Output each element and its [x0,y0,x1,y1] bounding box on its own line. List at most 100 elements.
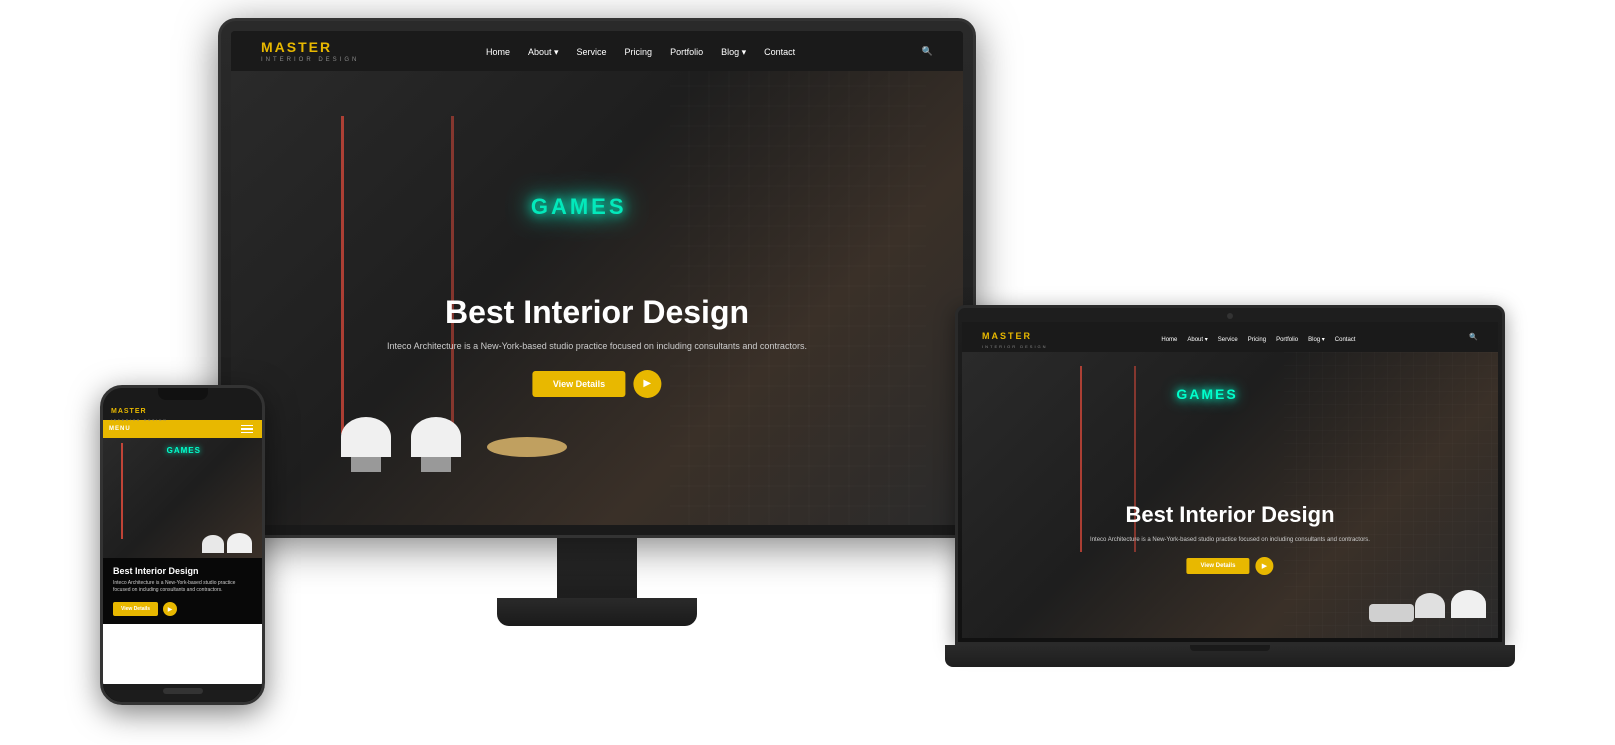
laptop-link-home[interactable]: Home [1161,337,1177,343]
laptop: MASTER INTERIOR DESIGN Home About ▾ Serv… [955,305,1505,685]
desktop-play-button[interactable]: ▶ [633,370,661,398]
laptop-view-details-button[interactable]: View Details [1187,558,1250,574]
laptop-logo-container: MASTER INTERIOR DESIGN [982,326,1048,349]
monitor-outer: MASTER INTERIOR DESIGN Home About ▾ Serv… [218,18,976,538]
neon-sign-container: GAMES [487,139,670,275]
phone-chair-1 [227,533,252,553]
desktop-nav: MASTER INTERIOR DESIGN Home About ▾ Serv… [231,31,963,71]
monitor-screen: MASTER INTERIOR DESIGN Home About ▾ Serv… [231,31,963,525]
desktop-view-details-button[interactable]: View Details [533,371,625,397]
laptop-ottoman [1369,604,1414,622]
hamburger-line-2 [241,428,253,430]
hamburger-line-1 [241,425,253,427]
table-center [487,437,567,457]
phone-logo-container: MASTER INTERIOR DESIGN [111,400,168,422]
nav-link-home[interactable]: Home [486,47,510,57]
hamburger-line-3 [241,432,253,434]
laptop-link-service[interactable]: Service [1218,337,1238,343]
nav-link-pricing[interactable]: Pricing [625,47,653,57]
desktop-logo-sub: INTERIOR DESIGN [261,57,359,63]
laptop-search-icon[interactable]: 🔍 [1469,333,1478,341]
phone-menu-label-text: MENU [109,426,131,432]
laptop-play-button[interactable]: ▶ [1255,557,1273,575]
laptop-hero-title: Best Interior Design [1042,502,1417,528]
desktop-nav-links: Home About ▾ Service Pricing Portfolio B… [486,42,795,60]
phone-logo-text: MASTER [111,408,147,415]
phone-camera-notch [158,388,208,400]
laptop-hero-subtitle: Inteco Architecture is a New-York-based … [1042,536,1417,545]
nav-link-contact[interactable]: Contact [764,47,795,57]
phone-btn-group: View Details ▶ [113,602,252,616]
nav-link-portfolio[interactable]: Portfolio [670,47,703,57]
phone-play-icon: ▶ [168,606,173,613]
laptop-link-pricing[interactable]: Pricing [1248,337,1266,343]
laptop-link-contact[interactable]: Contact [1335,337,1356,343]
chair-2 [411,417,461,457]
nav-link-blog[interactable]: Blog ▾ [721,47,746,57]
phone-hero-title: Best Interior Design [113,566,252,576]
laptop-btn-group: View Details ▶ [1042,557,1417,575]
nav-item-about[interactable]: About ▾ [528,42,559,60]
desktop-hero-subtitle: Inteco Architecture is a New-York-based … [377,340,816,354]
laptop-nav-home[interactable]: Home [1161,328,1177,346]
phone-chair-2 [202,535,224,553]
nav-item-blog[interactable]: Blog ▾ [721,42,746,60]
chair-1 [341,417,391,457]
desktop-logo-text: MASTER [261,39,332,55]
phone-logo-sub: INTERIOR DESIGN [111,418,168,422]
scene: MASTER INTERIOR DESIGN Home About ▾ Serv… [0,0,1615,745]
phone-hero-subtitle: Inteco Architecture is a New-York-based … [113,580,252,594]
laptop-nav-about[interactable]: About ▾ [1187,328,1207,346]
phone-bottom-area [103,624,262,684]
laptop-logo-sub: INTERIOR DESIGN [982,344,1048,349]
nav-item-portfolio[interactable]: Portfolio [670,42,703,60]
laptop-nav-blog[interactable]: Blog ▾ [1308,328,1325,346]
laptop-link-blog[interactable]: Blog ▾ [1308,337,1325,343]
desktop-logo-container: MASTER INTERIOR DESIGN [261,39,359,63]
laptop-link-portfolio[interactable]: Portfolio [1276,337,1298,343]
desktop-hero-content: Best Interior Design Inteco Architecture… [377,295,816,398]
phone-view-details-button[interactable]: View Details [113,602,158,616]
monitor-stand-neck [557,538,637,598]
phone-play-button[interactable]: ▶ [163,602,177,616]
phone-home-button[interactable] [163,688,203,694]
phone-menu-bar[interactable]: MENU [103,420,262,438]
search-icon[interactable]: 🔍 [922,46,933,57]
laptop-hero: GAMES Best Interior Design Inteco [962,352,1498,638]
desktop-hero: GAMES [231,71,963,525]
nav-link-about[interactable]: About ▾ [528,47,559,57]
phone-screen: MASTER INTERIOR DESIGN MENU [103,388,262,702]
desktop-site: MASTER INTERIOR DESIGN Home About ▾ Serv… [231,31,963,525]
laptop-chair-2 [1415,593,1445,618]
desktop-hero-title: Best Interior Design [377,295,816,330]
laptop-nav-links: Home About ▾ Service Pricing Portfolio B… [1161,328,1355,346]
laptop-screen-container: MASTER INTERIOR DESIGN Home About ▾ Serv… [955,305,1505,645]
laptop-site: MASTER INTERIOR DESIGN Home About ▾ Serv… [962,322,1498,638]
laptop-base [945,645,1515,667]
smartphone: MASTER INTERIOR DESIGN MENU [100,385,265,705]
laptop-nav-portfolio[interactable]: Portfolio [1276,328,1298,346]
laptop-play-icon: ▶ [1262,562,1267,570]
desktop-monitor: MASTER INTERIOR DESIGN Home About ▾ Serv… [218,18,976,638]
nav-item-contact[interactable]: Contact [764,42,795,60]
phone-hero: GAMES [103,438,262,558]
phone-outer: MASTER INTERIOR DESIGN MENU [100,385,265,705]
nav-link-service[interactable]: Service [577,47,607,57]
laptop-neon-sign: GAMES [1176,386,1237,402]
laptop-link-about[interactable]: About ▾ [1187,337,1207,343]
laptop-nav-contact[interactable]: Contact [1335,328,1356,346]
phone-red-bar [121,443,123,539]
laptop-nav-service[interactable]: Service [1218,328,1238,346]
nav-item-service[interactable]: Service [577,42,607,60]
play-icon: ▶ [643,378,651,389]
nav-item-pricing[interactable]: Pricing [625,42,653,60]
laptop-logo-text: MASTER [982,331,1032,341]
monitor-stand-base [497,598,697,626]
laptop-nav-pricing[interactable]: Pricing [1248,328,1266,346]
neon-sign-text: GAMES [531,194,627,220]
desktop-btn-group: View Details ▶ [377,370,816,398]
laptop-camera [1227,313,1233,319]
phone-hamburger-button[interactable] [238,422,256,437]
nav-item-home[interactable]: Home [486,42,510,60]
phone-neon-sign: GAMES [167,446,201,455]
